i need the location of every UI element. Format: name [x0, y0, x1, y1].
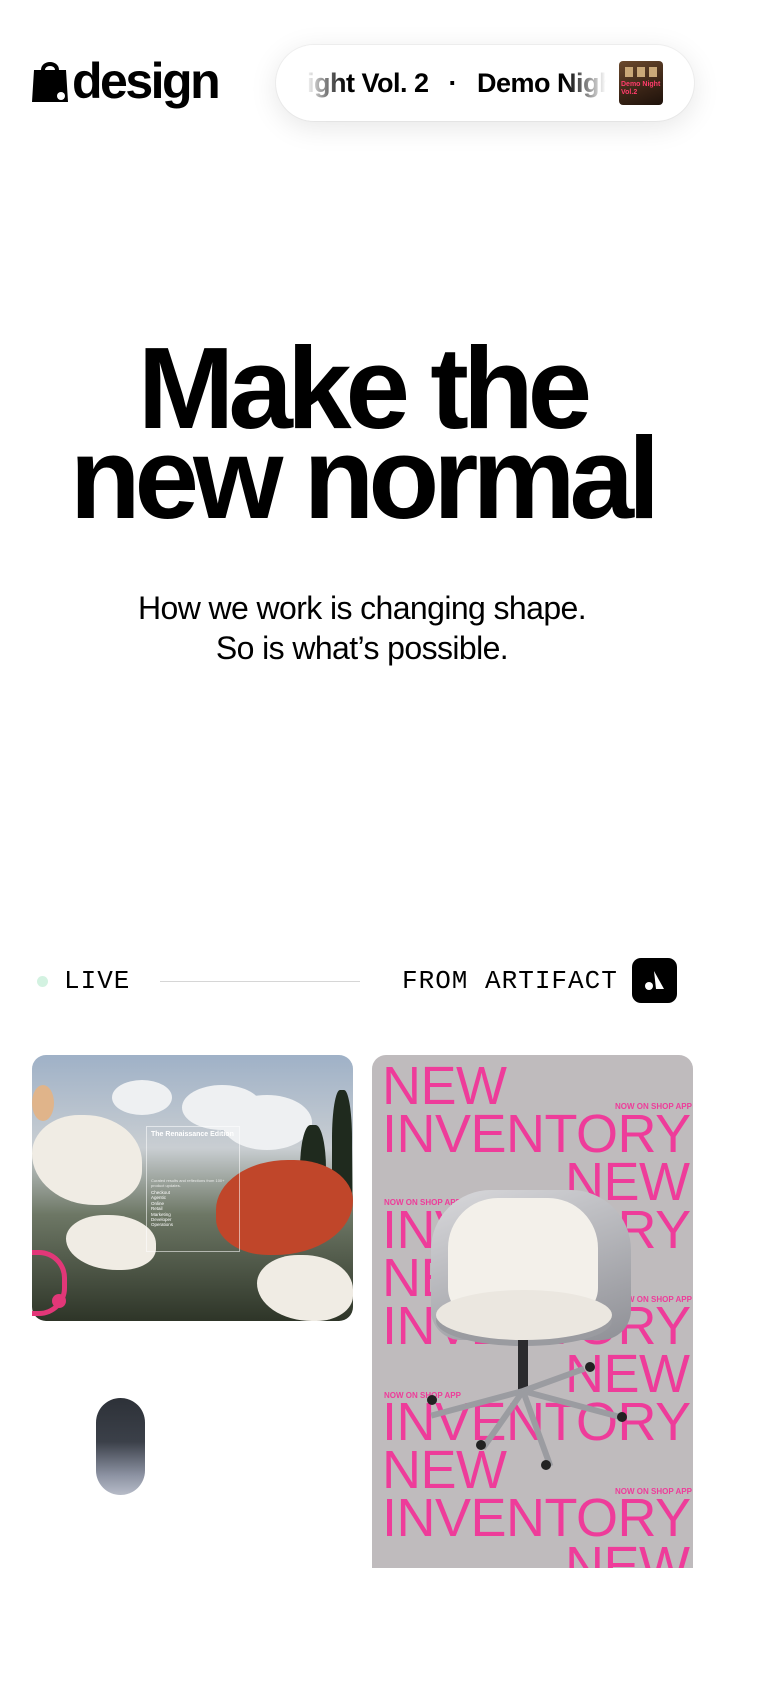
thumbnail-window: [649, 67, 657, 77]
figure-cloud-white: [257, 1255, 353, 1321]
chair-wheel: [476, 1440, 486, 1450]
ticker-fade-right: [566, 45, 606, 121]
hero-subtitle-line: So is what’s possible.: [215, 630, 509, 666]
live-feed-header: LIVE FROM ARTIFACT: [0, 958, 724, 1004]
shopping-bag-icon: [32, 62, 68, 102]
divider: [160, 981, 360, 982]
chair-wheel: [585, 1362, 595, 1372]
thumbnail-window: [625, 67, 633, 77]
figure-sneaker: [66, 1215, 156, 1270]
chair-wheel: [541, 1460, 551, 1470]
hero-title-line: new normal: [69, 413, 661, 543]
shopify-design-logo[interactable]: design: [30, 53, 221, 109]
capsule-product-image[interactable]: [96, 1398, 145, 1495]
figure-head: [32, 1085, 54, 1121]
renaissance-overlay-frame: [146, 1126, 240, 1252]
ticker-fade-left: [306, 45, 346, 121]
event-thumbnail[interactable]: Demo Night Vol.2: [619, 61, 663, 105]
ticker-separator: ·: [448, 67, 458, 98]
cloud: [112, 1080, 172, 1115]
live-label: LIVE: [64, 966, 131, 996]
hero-title: Make the new normal: [0, 330, 724, 543]
chair-wheel: [617, 1412, 627, 1422]
ticker-track: Night Vol. 2 · Demo Night Vol. 2: [306, 45, 606, 121]
thumbnail-caption: Demo Night Vol.2: [621, 81, 661, 96]
inventory-word: NEW: [565, 1536, 690, 1568]
figure-robe: [32, 1115, 142, 1205]
renaissance-list: Checkout Agentic Online Retail Marketing…: [151, 1190, 235, 1228]
renaissance-title: The Renaissance Edition: [151, 1131, 234, 1138]
live-status-dot: [37, 976, 48, 987]
chair-wheel: [427, 1395, 437, 1405]
hero-subtitle: How we work is changing shape. So is wha…: [0, 588, 724, 668]
artifact-logo-icon: [645, 971, 664, 990]
hero-subtitle-line: How we work is changing shape.: [137, 590, 587, 626]
chair-post: [518, 1340, 528, 1390]
chair-seat-cushion: [436, 1290, 612, 1340]
logo-wordmark: design: [72, 53, 221, 109]
list-item: Operations: [151, 1222, 174, 1228]
thumbnail-window: [637, 67, 645, 77]
renaissance-description: Curated results and reflections from 100…: [151, 1178, 225, 1188]
from-artifact-label: FROM ARTIFACT: [402, 966, 618, 996]
pink-emblem-dot: [52, 1294, 66, 1308]
artifact-badge[interactable]: [632, 958, 677, 1003]
